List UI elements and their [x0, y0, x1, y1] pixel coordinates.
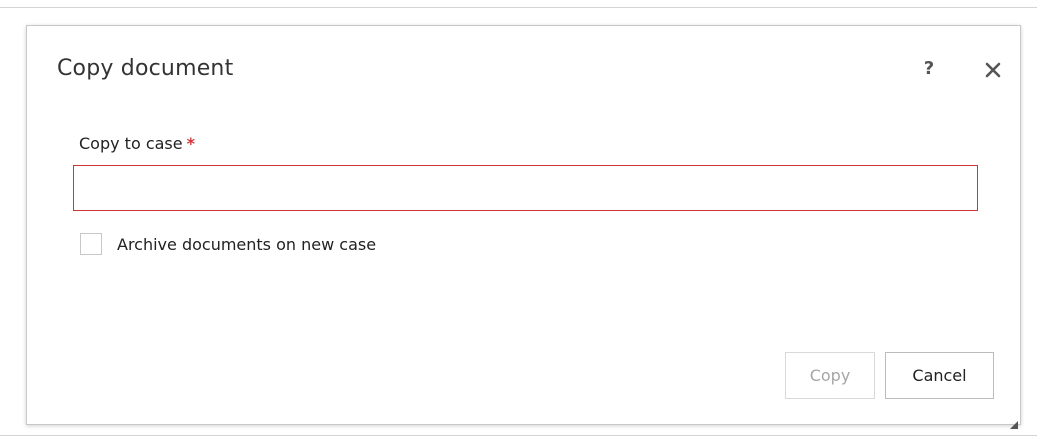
copy-document-dialog: Copy document ? Copy to case * Archive do…: [26, 25, 1021, 429]
help-icon[interactable]: ?: [920, 57, 938, 81]
dialog-title: Copy document: [57, 56, 234, 81]
archive-documents-label[interactable]: Archive documents on new case: [117, 235, 376, 254]
close-icon[interactable]: [982, 59, 1004, 81]
cancel-button[interactable]: Cancel: [885, 352, 994, 399]
archive-documents-checkbox[interactable]: [80, 233, 102, 255]
required-marker: *: [186, 134, 195, 153]
copy-to-case-label-text: Copy to case: [79, 134, 183, 153]
copy-button[interactable]: Copy: [785, 352, 875, 399]
archive-documents-option[interactable]: Archive documents on new case: [80, 230, 376, 258]
background-divider: [0, 7, 1037, 8]
background-divider: [0, 435, 1037, 436]
resize-grip-icon[interactable]: [1010, 414, 1018, 429]
copy-to-case-input[interactable]: [73, 165, 978, 211]
copy-to-case-label: Copy to case *: [79, 134, 195, 153]
